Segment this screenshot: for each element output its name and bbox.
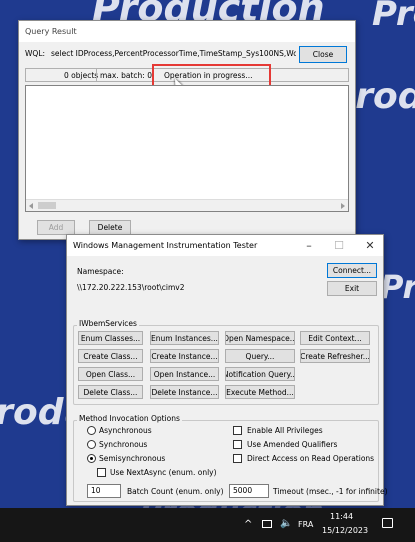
results-list[interactable] bbox=[25, 85, 349, 212]
synchronous-label: Synchronous bbox=[99, 440, 148, 449]
create-instance-button[interactable]: Create Instance... bbox=[150, 349, 219, 363]
max-batch: max. batch: 0 bbox=[100, 71, 152, 80]
timeout-label: Timeout (msec., -1 for infinite) bbox=[273, 487, 388, 496]
add-button[interactable]: Add bbox=[37, 220, 75, 235]
namespace-label: Namespace: bbox=[77, 267, 124, 276]
notification-query-button[interactable]: Notification Query... bbox=[225, 367, 295, 381]
delete-button[interactable]: Delete bbox=[89, 220, 131, 235]
use-amended-checkbox[interactable] bbox=[233, 440, 242, 449]
create-class-button[interactable]: Create Class... bbox=[78, 349, 143, 363]
window-title: Query Result bbox=[19, 21, 355, 42]
edit-context-button[interactable]: Edit Context... bbox=[300, 331, 370, 345]
clock-time[interactable]: 11:44 bbox=[330, 512, 353, 521]
volume-icon[interactable]: 🔈 bbox=[280, 518, 292, 529]
watermark-text: Production bbox=[380, 268, 415, 306]
enable-privileges-label: Enable All Privileges bbox=[247, 426, 323, 435]
use-amended-label: Use Amended Qualifiers bbox=[247, 440, 338, 449]
chevron-up-icon[interactable]: ^ bbox=[244, 519, 252, 530]
wmi-tester-window: Windows Management Instrumentation Teste… bbox=[66, 234, 388, 506]
clock-date[interactable]: 15/12/2023 bbox=[322, 526, 368, 535]
timeout-input[interactable]: 5000 bbox=[229, 484, 269, 498]
semisynchronous-label: Semisynchronous bbox=[99, 454, 166, 463]
language-indicator[interactable]: FRA bbox=[298, 520, 313, 529]
asynchronous-label: Asynchronous bbox=[99, 426, 152, 435]
minimize-icon[interactable]: – bbox=[295, 235, 323, 256]
scroll-thumb[interactable] bbox=[38, 202, 56, 209]
execute-method-button[interactable]: Execute Method... bbox=[225, 385, 295, 399]
scroll-left-icon[interactable] bbox=[29, 203, 33, 209]
close-icon[interactable]: ✕ bbox=[356, 235, 384, 256]
connect-button[interactable]: Connect... bbox=[327, 263, 377, 278]
wql-query-text: select IDProcess,PercentProcessorTime,Ti… bbox=[51, 49, 296, 58]
exit-button[interactable]: Exit bbox=[327, 281, 377, 296]
open-instance-button[interactable]: Open Instance... bbox=[150, 367, 219, 381]
enum-classes-button[interactable]: Enum Classes... bbox=[78, 331, 143, 345]
services-group-label: IWbemServices bbox=[77, 319, 139, 328]
asynchronous-radio[interactable] bbox=[87, 426, 96, 435]
notifications-icon[interactable] bbox=[382, 518, 393, 528]
batch-count-label: Batch Count (enum. only) bbox=[127, 487, 224, 496]
namespace-value: \\172.20.222.153\root\cimv2 bbox=[77, 283, 185, 292]
synchronous-radio[interactable] bbox=[87, 440, 96, 449]
delete-instance-button[interactable]: Delete Instance... bbox=[150, 385, 219, 399]
create-refresher-button[interactable]: Create Refresher... bbox=[300, 349, 370, 363]
query-result-window: Query Result WQL: select IDProcess,Perce… bbox=[18, 20, 356, 240]
horizontal-scrollbar[interactable] bbox=[26, 199, 348, 211]
enable-privileges-checkbox[interactable] bbox=[233, 426, 242, 435]
watermark-text: Production bbox=[372, 0, 415, 34]
direct-access-checkbox[interactable] bbox=[233, 454, 242, 463]
objects-count: 0 objects bbox=[64, 71, 99, 80]
scroll-right-icon[interactable] bbox=[341, 203, 345, 209]
wql-label: WQL: bbox=[25, 49, 46, 58]
direct-access-label: Direct Access on Read Operations bbox=[247, 454, 375, 463]
enum-instances-button[interactable]: Enum Instances... bbox=[150, 331, 219, 345]
open-class-button[interactable]: Open Class... bbox=[78, 367, 143, 381]
method-options-label: Method Invocation Options bbox=[77, 414, 182, 423]
semisynchronous-radio[interactable] bbox=[87, 454, 96, 463]
open-namespace-button[interactable]: Open Namespace... bbox=[225, 331, 295, 345]
use-next-async-label: Use NextAsync (enum. only) bbox=[110, 468, 217, 477]
delete-class-button[interactable]: Delete Class... bbox=[78, 385, 143, 399]
close-button[interactable]: Close bbox=[299, 46, 347, 63]
query-button[interactable]: Query... bbox=[225, 349, 295, 363]
taskbar: ^ 🔈 FRA 11:44 15/12/2023 bbox=[0, 508, 415, 542]
network-icon[interactable] bbox=[262, 520, 272, 528]
maximize-icon[interactable]: ☐ bbox=[325, 235, 353, 256]
use-next-async-checkbox[interactable] bbox=[97, 468, 106, 477]
batch-count-input[interactable]: 10 bbox=[87, 484, 121, 498]
